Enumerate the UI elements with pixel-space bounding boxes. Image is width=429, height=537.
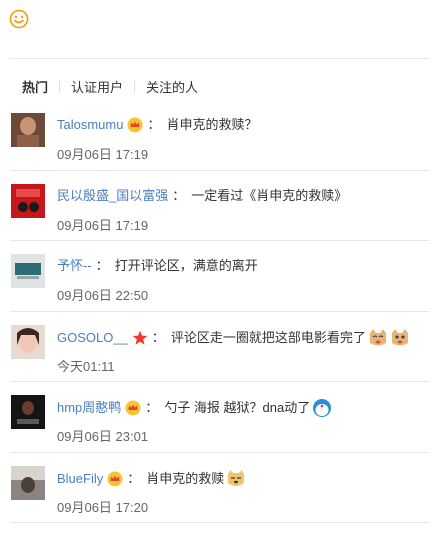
comment-username[interactable]: hmp周憨鸭 [57, 399, 121, 417]
comment-time: 09月06日 17:19 [57, 217, 149, 233]
comment-item: Talosmumu ： 肖申克的救赎？ 09月06日 17:19 [0, 100, 429, 171]
comment-item: 民以殷盛_国以富强 ： 一定看过《肖申克的救赎》 09月06日 17:19 [0, 171, 429, 241]
comment-time: 今天01:11 [57, 358, 115, 374]
tab-separator [134, 80, 136, 93]
doraemon-emoji-icon [313, 399, 332, 417]
crown-icon [127, 117, 143, 133]
avatar[interactable] [11, 183, 45, 218]
avatar[interactable] [11, 324, 45, 359]
comment-username[interactable]: BlueFily [57, 470, 103, 488]
avatar[interactable] [11, 465, 45, 500]
comment-time: 09月06日 17:20 [57, 499, 149, 515]
comment-text: 打开评论区，满意的离开 [114, 258, 258, 273]
comment-text: 肖申克的救赎 [146, 470, 225, 486]
tab-hot[interactable]: 热门 [22, 77, 48, 96]
comment-text: 勺子 海报 越狱？dna动了 [164, 400, 311, 415]
comment-item: hmp周憨鸭 ： 勺子 海报 越狱？dna动了 09月06日 23:01 [0, 382, 429, 453]
top-divider [9, 58, 429, 59]
comment-tabs: 热门 认证用户 关注的人 [22, 77, 198, 96]
comment-username[interactable]: Talosmumu [57, 116, 123, 134]
cat-emoji-icon [369, 328, 386, 345]
avatar[interactable] [11, 254, 45, 288]
star-icon [132, 330, 148, 345]
tab-separator [59, 80, 61, 93]
crown-icon [107, 471, 123, 486]
row-divider [10, 522, 429, 523]
comment-username[interactable]: 民以殷盛_国以富强 [57, 187, 168, 205]
cat-emoji-icon [391, 328, 408, 345]
comment-time: 09月06日 17:19 [57, 147, 149, 162]
comment-time: 09月06日 23:01 [57, 429, 149, 444]
smiley-icon[interactable] [9, 9, 29, 29]
comment-text: 一定看过《肖申克的救赎》 [191, 187, 348, 203]
doge-emoji-icon [228, 469, 245, 486]
tab-following[interactable]: 关注的人 [146, 77, 198, 96]
comment-username[interactable]: GOSOLO__ [57, 329, 128, 347]
tab-verified-users[interactable]: 认证用户 [71, 77, 123, 96]
comment-text: 评论区走一圈就把这部电影看完了 [170, 329, 366, 345]
crown-icon [125, 400, 141, 416]
comment-username[interactable]: 予怀-- [57, 257, 92, 275]
avatar[interactable] [11, 113, 45, 147]
comment-text: 肖申克的救赎？ [166, 117, 258, 132]
comment-list: Talosmumu ： 肖申克的救赎？ 09月06日 17:19 民以殷盛_国以… [0, 100, 429, 523]
avatar[interactable] [11, 395, 45, 429]
comment-time: 09月06日 22:50 [57, 288, 149, 303]
comment-item: BlueFily ： 肖申克的救赎 09月06日 17:20 [0, 453, 429, 523]
comment-item: GOSOLO__ ： 评论区走一圈就把这部电影看完了 今天01:11 [0, 312, 429, 382]
comment-item: 予怀-- ： 打开评论区，满意的离开 09月06日 22:50 [0, 241, 429, 312]
